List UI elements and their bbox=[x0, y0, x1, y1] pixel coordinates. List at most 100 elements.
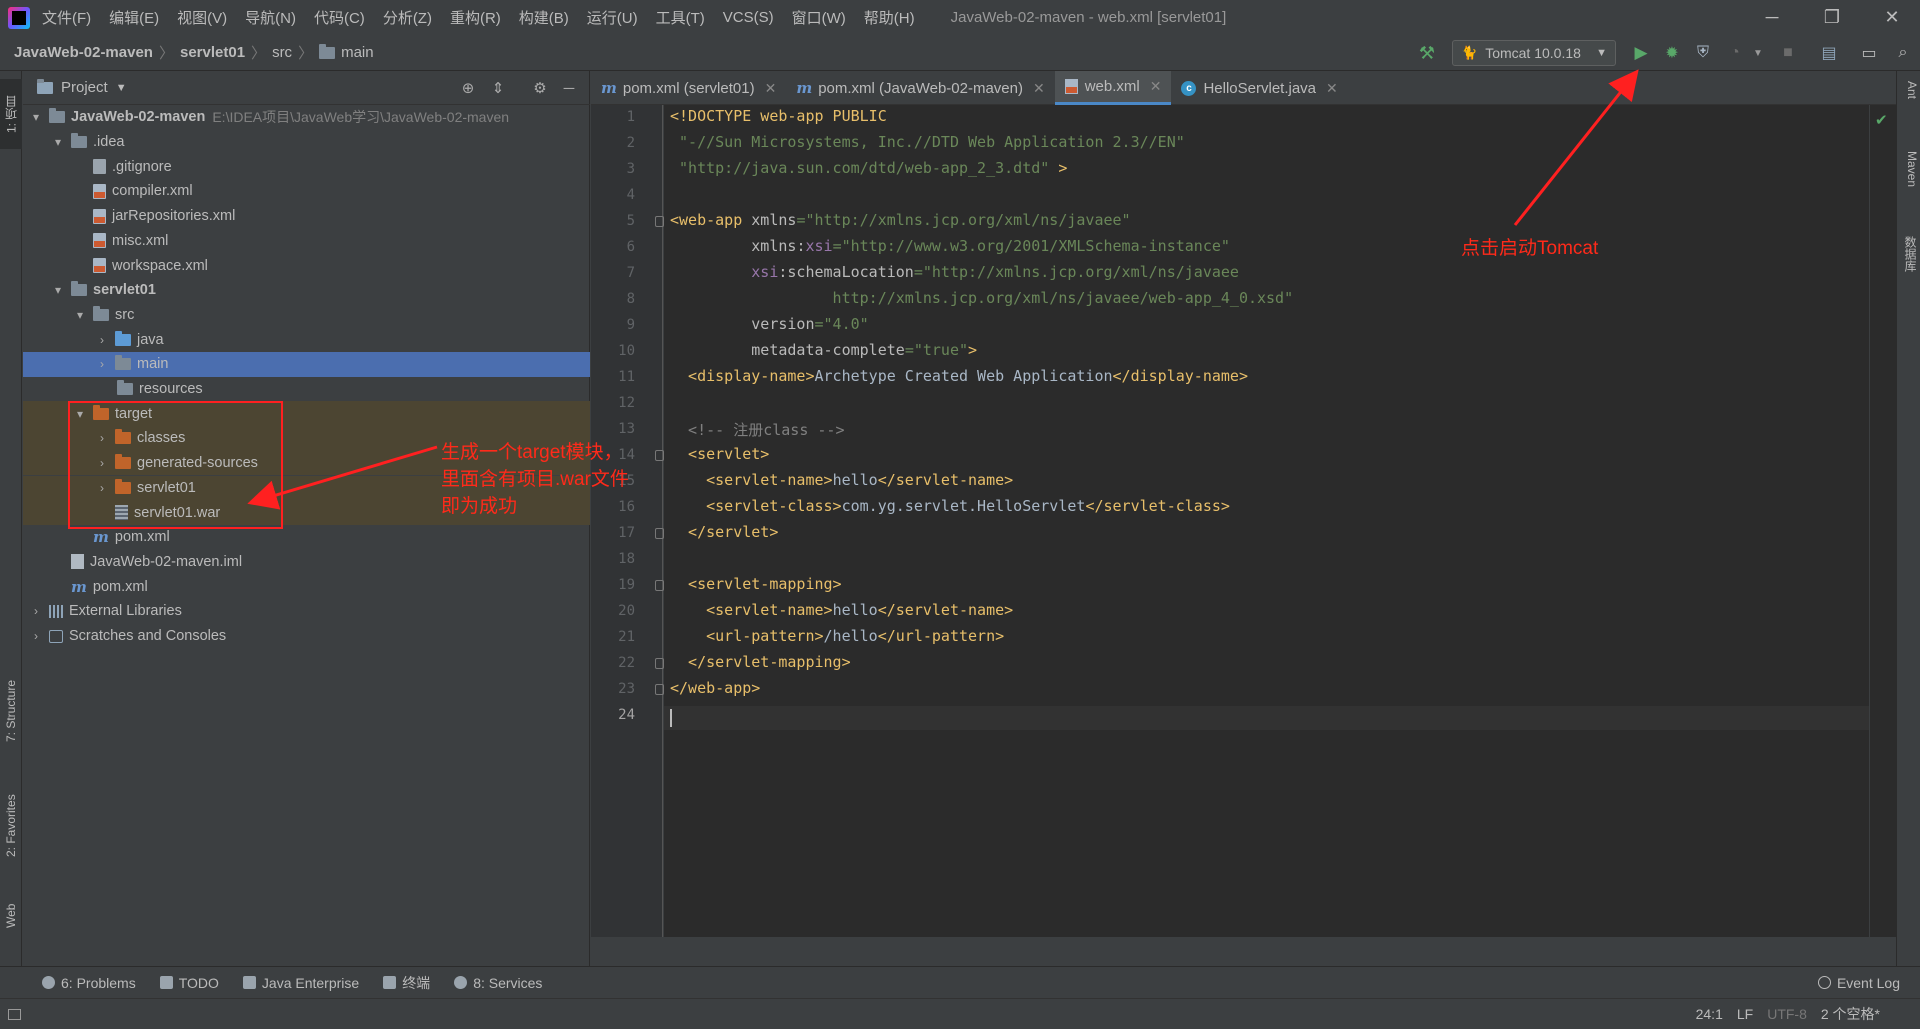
chevron-right-icon[interactable]: › bbox=[95, 357, 109, 371]
debug-icon[interactable]: ✹ bbox=[1661, 42, 1683, 64]
gear-icon[interactable]: ⚙ bbox=[529, 77, 551, 99]
tab-project[interactable]: 1: 项目 bbox=[0, 79, 22, 149]
menu-navigate[interactable]: 导航(N) bbox=[245, 7, 296, 28]
tab-pom-root[interactable]: m pom.xml (JavaWeb-02-maven) ✕ bbox=[786, 71, 1054, 105]
tab-todo[interactable]: TODO bbox=[159, 975, 219, 991]
tab-terminal[interactable]: 终端 bbox=[383, 973, 430, 993]
fold-marker-icon[interactable] bbox=[655, 684, 664, 695]
tab-database[interactable]: 数据库 bbox=[1899, 236, 1919, 272]
chevron-right-icon[interactable]: › bbox=[95, 333, 109, 347]
tree-item-workspace-xml[interactable]: workspace.xml bbox=[23, 253, 590, 278]
menu-edit[interactable]: 编辑(E) bbox=[109, 7, 159, 28]
caret-position[interactable]: 24:1 bbox=[1696, 1006, 1723, 1022]
fold-marker-icon[interactable] bbox=[655, 658, 664, 669]
menu-build[interactable]: 构建(B) bbox=[519, 7, 569, 28]
tree-item-main[interactable]: › main bbox=[23, 352, 590, 377]
tab-web-xml[interactable]: web.xml ✕ bbox=[1054, 71, 1172, 105]
build-hammer-icon[interactable]: ⚒ bbox=[1416, 42, 1438, 64]
tree-item-compiler-xml[interactable]: compiler.xml bbox=[23, 179, 590, 204]
file-encoding[interactable]: UTF-8 bbox=[1767, 1006, 1807, 1022]
tree-item-scratches[interactable]: › Scratches and Consoles bbox=[23, 624, 590, 649]
tree-item-gitignore[interactable]: .gitignore bbox=[23, 154, 590, 179]
menu-vcs[interactable]: VCS(S) bbox=[723, 9, 774, 26]
close-icon[interactable]: ✕ bbox=[1150, 78, 1162, 95]
event-log-icon bbox=[1817, 976, 1831, 989]
tab-web[interactable]: Web bbox=[0, 891, 22, 941]
chevron-down-icon[interactable]: ▾ bbox=[29, 110, 43, 124]
tab-problems[interactable]: 6: Problems bbox=[42, 975, 136, 991]
restore-button[interactable]: ❐ bbox=[1804, 0, 1860, 35]
menu-view[interactable]: 视图(V) bbox=[177, 7, 227, 28]
indent-setting[interactable]: 2 个空格* bbox=[1821, 1004, 1880, 1024]
tab-maven[interactable]: Maven bbox=[1899, 151, 1919, 187]
run-icon[interactable]: ▶ bbox=[1630, 42, 1652, 64]
tree-item-jar-repositories-xml[interactable]: jarRepositories.xml bbox=[23, 204, 590, 229]
breadcrumb-main[interactable]: main bbox=[341, 44, 374, 61]
tree-item-java[interactable]: › java bbox=[23, 327, 590, 352]
fold-marker-icon[interactable] bbox=[655, 580, 664, 591]
locate-icon[interactable]: ⊕ bbox=[457, 77, 479, 99]
menu-help[interactable]: 帮助(H) bbox=[864, 7, 915, 28]
collapse-all-icon[interactable]: ⇕ bbox=[487, 77, 509, 99]
line-number: 3 bbox=[626, 161, 635, 177]
code-line: xmlns:xsi="http://www.w3.org/2001/XMLSch… bbox=[670, 237, 1230, 255]
coverage-icon[interactable]: ⛨ bbox=[1692, 42, 1714, 64]
tree-item-external-libraries[interactable]: › External Libraries bbox=[23, 599, 590, 624]
tab-structure[interactable]: 7: Structure bbox=[0, 661, 22, 761]
chevron-right-icon[interactable]: › bbox=[29, 604, 43, 618]
profile-icon[interactable]: ◔ bbox=[1724, 42, 1746, 64]
tree-item-src[interactable]: ▾ src bbox=[23, 303, 590, 328]
line-separator[interactable]: LF bbox=[1737, 1006, 1753, 1022]
tree-item-project-root[interactable]: ▾ JavaWeb-02-maven E:\IDEA项目\JavaWeb学习\J… bbox=[23, 105, 590, 130]
editor-scrollbar[interactable]: ✔ bbox=[1869, 105, 1896, 937]
chevron-down-icon[interactable]: ▾ bbox=[51, 283, 65, 297]
tree-item-label: External Libraries bbox=[69, 603, 182, 620]
fold-marker-icon[interactable] bbox=[655, 450, 664, 461]
tab-hello-servlet[interactable]: c HelloServlet.java ✕ bbox=[1171, 71, 1347, 105]
tab-event-log[interactable]: Event Log bbox=[1817, 975, 1900, 991]
menu-file[interactable]: 文件(F) bbox=[42, 7, 91, 28]
chevron-down-icon[interactable]: ▼ bbox=[116, 82, 127, 94]
menu-tools[interactable]: 工具(T) bbox=[656, 7, 705, 28]
stop-icon[interactable]: ■ bbox=[1777, 42, 1799, 64]
tree-item-idea[interactable]: ▾ .idea bbox=[23, 130, 590, 155]
annotation-target-line3: 即为成功 bbox=[441, 496, 518, 517]
close-icon[interactable]: ✕ bbox=[1033, 80, 1045, 97]
search-icon[interactable]: ⌕ bbox=[1892, 42, 1914, 64]
close-icon[interactable]: ✕ bbox=[765, 80, 777, 97]
chevron-down-icon[interactable]: ▾ bbox=[51, 135, 65, 149]
chevron-down-icon[interactable]: ▾ bbox=[73, 308, 87, 322]
fold-marker-icon[interactable] bbox=[655, 216, 664, 227]
tree-item-resources[interactable]: resources bbox=[23, 377, 590, 402]
close-icon[interactable]: ✕ bbox=[1326, 80, 1338, 97]
menu-window[interactable]: 窗口(W) bbox=[792, 7, 846, 28]
project-structure-icon[interactable]: ▤ bbox=[1818, 42, 1840, 64]
tab-java-enterprise[interactable]: Java Enterprise bbox=[242, 975, 359, 991]
breadcrumb-module[interactable]: servlet01 bbox=[180, 44, 245, 61]
tree-item-root-pom[interactable]: m pom.xml bbox=[23, 574, 590, 599]
chevron-right-icon[interactable]: › bbox=[29, 629, 43, 643]
menu-refactor[interactable]: 重构(R) bbox=[450, 7, 501, 28]
project-panel-title[interactable]: Project bbox=[61, 79, 108, 96]
line-number: 9 bbox=[626, 317, 635, 333]
close-window-button[interactable]: ✕ bbox=[1864, 0, 1920, 35]
hide-panel-icon[interactable]: ─ bbox=[558, 77, 580, 99]
tree-item-misc-xml[interactable]: misc.xml bbox=[23, 229, 590, 254]
toggle-tool-windows-icon[interactable] bbox=[8, 1008, 21, 1020]
fold-marker-icon[interactable] bbox=[655, 528, 664, 539]
tree-item-servlet01-module[interactable]: ▾ servlet01 bbox=[23, 278, 590, 303]
tree-item-iml[interactable]: JavaWeb-02-maven.iml bbox=[23, 550, 590, 575]
presentation-icon[interactable]: ▭ bbox=[1858, 42, 1880, 64]
tab-ant[interactable]: Ant bbox=[1899, 81, 1919, 99]
tab-services[interactable]: 8: Services bbox=[454, 975, 542, 991]
minimize-button[interactable]: ─ bbox=[1744, 0, 1800, 35]
tab-favorites[interactable]: 2: Favorites bbox=[0, 776, 22, 876]
run-configuration-select[interactable]: 🐈 Tomcat 10.0.18 ▼ bbox=[1452, 40, 1616, 66]
chevron-down-icon[interactable]: ▼ bbox=[1747, 42, 1769, 64]
menu-analyze[interactable]: 分析(Z) bbox=[383, 7, 432, 28]
menu-code[interactable]: 代码(C) bbox=[314, 7, 365, 28]
breadcrumb-project[interactable]: JavaWeb-02-maven bbox=[14, 44, 153, 61]
menu-run[interactable]: 运行(U) bbox=[587, 7, 638, 28]
tab-pom-servlet01[interactable]: m pom.xml (servlet01) ✕ bbox=[591, 71, 786, 105]
breadcrumb-src[interactable]: src bbox=[272, 44, 292, 61]
